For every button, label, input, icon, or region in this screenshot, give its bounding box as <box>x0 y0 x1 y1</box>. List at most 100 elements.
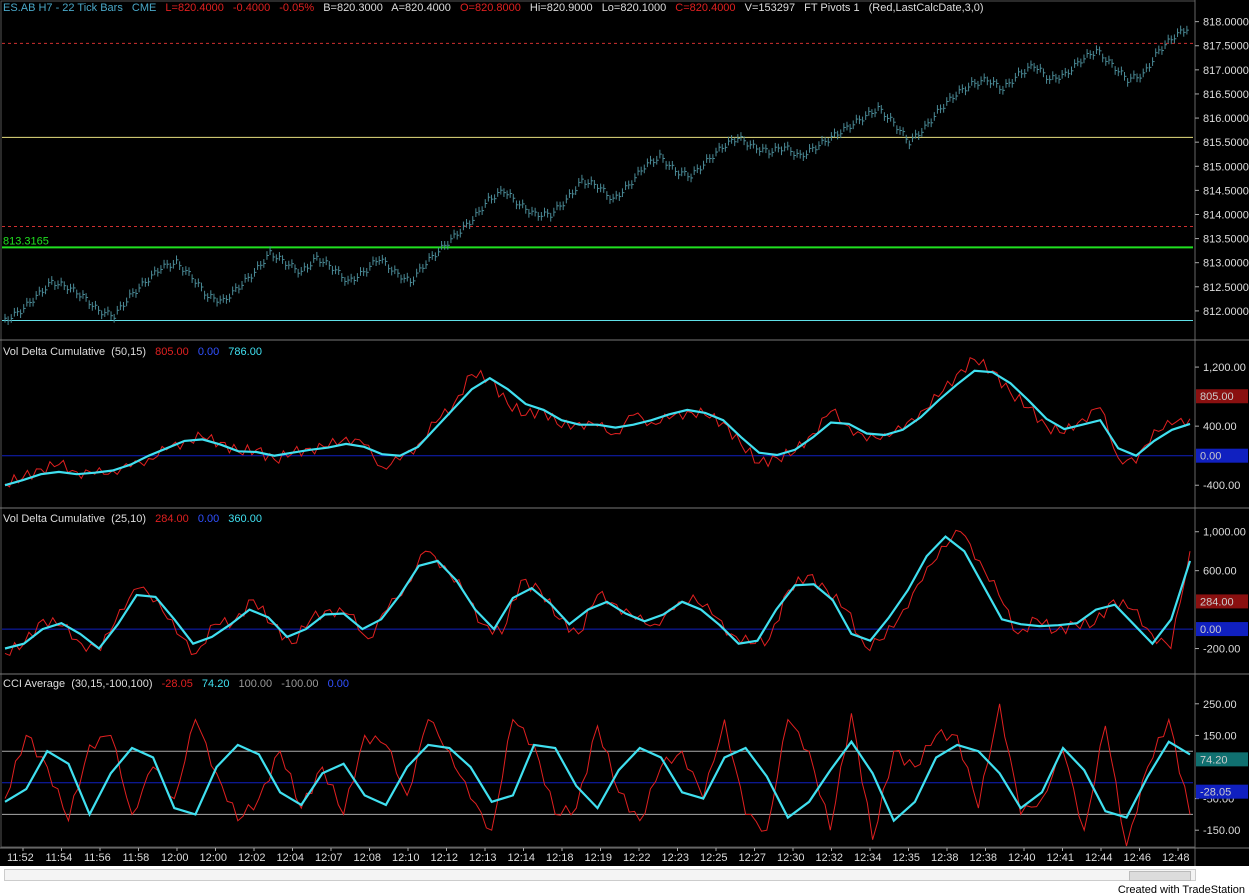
time-tick-label: 12:35 <box>893 852 921 864</box>
time-tick-label: 12:27 <box>739 852 767 864</box>
vd2-val-red: 284.00 <box>155 513 189 525</box>
series-line-red <box>4 703 1191 847</box>
price-header: ES.AB H7 - 22 Tick Bars CME L=820.4000 -… <box>3 2 990 14</box>
low-label: Lo=820.1000 <box>601 2 667 14</box>
y-tick-label: 600.00 <box>1203 566 1237 578</box>
y-tick-label: 817.5000 <box>1203 41 1249 53</box>
time-tick-label: 12:00 <box>161 852 189 864</box>
y-tick-label: 818.0000 <box>1203 17 1249 29</box>
study-label: FT Pivots 1 <box>804 2 860 14</box>
y-tick-label: -150.00 <box>1203 825 1240 837</box>
vd1-val-red: 805.00 <box>155 346 189 358</box>
vd2-val-zero: 0.00 <box>197 513 220 525</box>
volume-label: V=153297 <box>744 2 796 14</box>
cci-params: (30,15,-100,100) <box>71 678 153 690</box>
cci-val-zero: 0.00 <box>327 678 350 690</box>
cci-val-red: -28.05 <box>161 678 193 690</box>
vd1-val-cyan: 786.00 <box>228 346 262 358</box>
time-tick-label: 12:07 <box>315 852 343 864</box>
time-tick-label: 12:48 <box>1162 852 1190 864</box>
time-tick-label: 12:14 <box>508 852 536 864</box>
axis-marker-label: -28.05 <box>1200 787 1231 799</box>
ask-label: A=820.4000 <box>391 2 451 14</box>
time-tick-label: 12:19 <box>585 852 613 864</box>
y-tick-label: 1,200.00 <box>1203 362 1246 374</box>
time-tick-label: 12:46 <box>1124 852 1152 864</box>
open-label: O=820.8000 <box>459 2 521 14</box>
time-tick-label: 12:00 <box>200 852 228 864</box>
y-tick-label: 817.0000 <box>1203 65 1249 77</box>
vd1-val-zero: 0.00 <box>197 346 220 358</box>
series-line-cyan <box>4 739 1191 823</box>
y-tick-label: 250.00 <box>1203 699 1237 711</box>
y-tick-label: 1,000.00 <box>1203 527 1246 539</box>
y-tick-label: 814.5000 <box>1203 185 1249 197</box>
y-tick-label: 815.0000 <box>1203 161 1249 173</box>
vd2-header: Vol Delta Cumulative (25,10) 284.00 0.00… <box>3 513 268 525</box>
time-tick-label: 12:44 <box>1085 852 1113 864</box>
time-tick-label: 12:22 <box>623 852 651 864</box>
y-tick-label: 816.0000 <box>1203 113 1249 125</box>
horizontal-scrollbar[interactable] <box>4 869 1196 881</box>
time-tick-label: 12:32 <box>816 852 844 864</box>
series-line-cyan <box>4 369 1191 487</box>
pivot-label: 813.3165 <box>3 235 49 247</box>
axis-marker-label: 805.00 <box>1200 391 1234 403</box>
close-label: C=820.4000 <box>675 2 736 14</box>
y-tick-label: 816.5000 <box>1203 89 1249 101</box>
y-tick-label: 150.00 <box>1203 730 1237 742</box>
series-line-red <box>4 357 1191 488</box>
cci-val-cyan: 74.20 <box>201 678 230 690</box>
vd2-val-cyan: 360.00 <box>228 513 262 525</box>
vd1-header: Vol Delta Cumulative (50,15) 805.00 0.00… <box>3 346 268 358</box>
time-tick-label: 12:30 <box>777 852 805 864</box>
series-line-red <box>4 529 1191 657</box>
y-tick-label: -400.00 <box>1203 480 1240 492</box>
time-tick-label: 12:38 <box>931 852 959 864</box>
time-tick-label: 12:18 <box>546 852 574 864</box>
y-tick-label: 813.5000 <box>1203 234 1249 246</box>
time-tick-label: 11:58 <box>123 852 150 864</box>
time-tick-label: 12:04 <box>277 852 305 864</box>
time-tick-label: 12:02 <box>238 852 266 864</box>
y-tick-label: 814.0000 <box>1203 209 1249 221</box>
axis-marker-label: 74.20 <box>1200 754 1228 766</box>
time-tick-label: 12:34 <box>854 852 882 864</box>
time-tick-label: 12:10 <box>392 852 420 864</box>
symbol-label: ES.AB H7 - 22 Tick Bars <box>3 2 123 14</box>
scrollbar-thumb[interactable] <box>1129 871 1191 881</box>
time-tick-label: 12:41 <box>1047 852 1075 864</box>
chart-canvas: 818.0000 817.5000 817.0000 816.5000 816.0000… <box>0 0 1249 866</box>
time-tick-label: 12:38 <box>970 852 998 864</box>
series-line-cyan <box>4 535 1192 651</box>
y-tick-label: -200.00 <box>1203 644 1240 656</box>
net-label: -0.4000 <box>232 2 271 14</box>
time-tick-label: 12:40 <box>1008 852 1036 864</box>
pct-label: -0.05% <box>279 2 315 14</box>
high-label: Hi=820.9000 <box>529 2 593 14</box>
bid-label: B=820.3000 <box>323 2 383 14</box>
study-params-label: (Red,LastCalcDate,3,0) <box>868 2 984 14</box>
cci-val-upper: 100.00 <box>238 678 273 690</box>
vd1-params: (50,15) <box>111 346 147 358</box>
time-tick-label: 11:52 <box>7 852 34 864</box>
y-tick-label: 812.0000 <box>1203 306 1249 318</box>
exchange-label: CME <box>131 2 157 14</box>
cci-val-lower: -100.00 <box>281 678 319 690</box>
time-tick-label: 11:56 <box>84 852 111 864</box>
footer-bar: Created with TradeStation <box>0 866 1249 896</box>
last-label: L=820.4000 <box>165 2 224 14</box>
credit-label: Created with TradeStation <box>1117 884 1245 896</box>
time-tick-label: 12:13 <box>469 852 497 864</box>
vd1-title: Vol Delta Cumulative <box>3 346 106 358</box>
y-tick-label: 400.00 <box>1203 421 1237 433</box>
time-tick-label: 12:23 <box>662 852 690 864</box>
time-tick-label: 12:12 <box>431 852 459 864</box>
axis-marker-label: 0.00 <box>1200 451 1221 463</box>
y-tick-label: 815.5000 <box>1203 137 1249 149</box>
y-tick-label: 812.5000 <box>1203 282 1249 294</box>
cci-header: CCI Average (30,15,-100,100) -28.05 74.2… <box>3 678 355 690</box>
time-tick-label: 12:08 <box>354 852 382 864</box>
axis-marker-label: 284.00 <box>1200 596 1234 608</box>
axis-marker-label: 0.00 <box>1200 624 1221 636</box>
